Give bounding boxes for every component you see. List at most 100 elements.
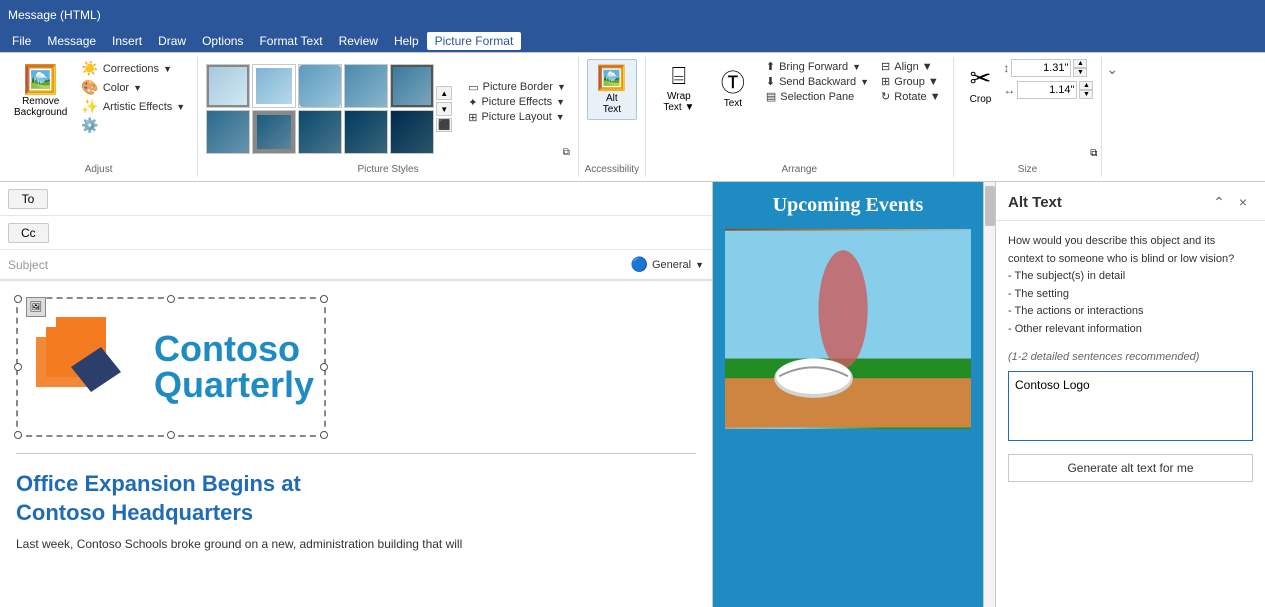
handle-bottom-middle[interactable] xyxy=(167,431,175,439)
gallery-item-5[interactable] xyxy=(390,64,434,108)
handle-bottom-left[interactable] xyxy=(14,431,22,439)
adjust-more-button[interactable]: ⚙️ xyxy=(77,116,189,135)
menu-file[interactable]: File xyxy=(4,32,39,50)
ribbon-collapse[interactable]: ⌄ xyxy=(1102,57,1122,177)
width-icon: ↔ xyxy=(1003,83,1015,97)
size-content: ✂ Crop ↕ ▲ ▼ ↔ xyxy=(962,59,1094,175)
gallery-item-7[interactable] xyxy=(252,110,296,154)
group-label: Group ▼ xyxy=(894,76,939,88)
gallery-scroll-more[interactable]: ⬛ xyxy=(436,118,452,132)
gallery-item-6[interactable] xyxy=(206,110,250,154)
text-icon: Ⓣ xyxy=(721,63,745,98)
corrections-icon: ☀️ xyxy=(81,60,98,77)
gallery-item-2[interactable] xyxy=(252,64,296,108)
send-backward-button[interactable]: ⬇ Send Backward ▼ xyxy=(762,74,873,89)
handle-top-middle[interactable] xyxy=(167,295,175,303)
handle-top-left[interactable] xyxy=(14,295,22,303)
color-button[interactable]: 🎨 Color ▼ xyxy=(77,78,189,97)
scroll-bar[interactable] xyxy=(983,182,995,607)
width-up[interactable]: ▲ xyxy=(1079,81,1093,90)
height-down[interactable]: ▼ xyxy=(1073,68,1087,77)
gallery-item-9[interactable] xyxy=(344,110,388,154)
group-button[interactable]: ⊞ Group ▼ xyxy=(877,74,945,89)
alt-text-controls: ⌃ × xyxy=(1209,192,1253,212)
gallery-item-10[interactable] xyxy=(390,110,434,154)
corrections-button[interactable]: ☀️ Corrections ▼ xyxy=(77,59,189,78)
ribbon: 🖼️ RemoveBackground ☀️ Corrections ▼ 🎨 C… xyxy=(0,52,1265,182)
security-badge[interactable]: 🔵 General ▼ xyxy=(631,256,705,273)
alt-text-button[interactable]: 🖼️ AltText xyxy=(587,59,637,120)
email-body[interactable]: 🖼 xyxy=(0,281,712,607)
artistic-effects-button[interactable]: ✨ Artistic Effects ▼ xyxy=(77,97,189,116)
ribbon-group-arrange: ⌸ WrapText ▼ Ⓣ Text ⬆ Bring Forward ▼ xyxy=(646,57,954,177)
width-down[interactable]: ▼ xyxy=(1079,90,1093,99)
corrections-label: Corrections xyxy=(103,63,159,75)
gallery-scroll-down[interactable]: ▼ xyxy=(436,102,452,116)
gallery-item-8[interactable] xyxy=(298,110,342,154)
cc-button[interactable]: Cc xyxy=(8,223,49,243)
gallery-item-3[interactable] xyxy=(298,64,342,108)
picture-border-button[interactable]: ▭ Picture Border ▼ xyxy=(464,80,570,95)
menu-help[interactable]: Help xyxy=(386,32,427,50)
text-button[interactable]: Ⓣ Text xyxy=(708,59,758,113)
gallery-item-1[interactable] xyxy=(206,64,250,108)
bring-forward-button[interactable]: ⬆ Bring Forward ▼ xyxy=(762,59,873,74)
artistic-effects-arrow: ▼ xyxy=(176,102,185,112)
width-input[interactable] xyxy=(1017,81,1077,99)
height-up[interactable]: ▲ xyxy=(1073,59,1087,68)
adjust-small-buttons: ☀️ Corrections ▼ 🎨 Color ▼ ✨ Artistic Ef… xyxy=(77,59,189,149)
send-backward-label: Send Backward xyxy=(779,76,856,88)
to-button[interactable]: To xyxy=(8,189,48,209)
selection-pane-button[interactable]: ▤ Selection Pane xyxy=(762,89,873,104)
send-backward-arrow: ▼ xyxy=(860,77,869,87)
to-input[interactable] xyxy=(56,192,704,206)
crop-button[interactable]: ✂ Crop xyxy=(962,59,1000,121)
menu-insert[interactable]: Insert xyxy=(104,32,150,50)
wrap-text-button[interactable]: ⌸ WrapText ▼ xyxy=(654,59,704,117)
email-compose-area: To Cc Subject 🔵 General ▼ xyxy=(0,182,713,607)
handle-bottom-right[interactable] xyxy=(320,431,328,439)
rotate-button[interactable]: ↻ Rotate ▼ xyxy=(877,89,945,104)
format-picture-button[interactable]: ⧉ xyxy=(559,146,574,159)
handle-middle-left[interactable] xyxy=(14,363,22,371)
contoso-logo-image xyxy=(26,307,146,427)
cc-input[interactable] xyxy=(57,226,704,240)
menu-message[interactable]: Message xyxy=(39,32,104,50)
adjust-group-label: Adjust xyxy=(85,164,113,175)
alt-text-panel-title: Alt Text xyxy=(1008,194,1062,211)
alt-text-collapse-button[interactable]: ⌃ xyxy=(1209,192,1229,212)
handle-middle-right[interactable] xyxy=(320,363,328,371)
picture-layout-button[interactable]: ⊞ Picture Layout ▼ xyxy=(464,110,570,125)
newsletter-image xyxy=(725,229,971,429)
scroll-thumb[interactable] xyxy=(985,186,995,226)
arrange-label: Arrange xyxy=(781,164,817,175)
picture-effects-button[interactable]: ✦ Picture Effects ▼ xyxy=(464,95,570,110)
adjust-buttons: 🖼️ RemoveBackground ☀️ Corrections ▼ 🎨 C… xyxy=(8,59,189,175)
handle-top-right[interactable] xyxy=(320,295,328,303)
size-format-launcher[interactable]: ⧉ xyxy=(1090,148,1097,159)
menu-picture-format[interactable]: Picture Format xyxy=(427,32,522,50)
artistic-effects-icon: ✨ xyxy=(81,98,98,115)
align-button[interactable]: ⊟ Align ▼ xyxy=(877,59,945,74)
article-title: Office Expansion Begins atContoso Headqu… xyxy=(16,470,696,527)
picture-border-arrow: ▼ xyxy=(557,82,566,92)
menu-draw[interactable]: Draw xyxy=(150,32,194,50)
main-area: To Cc Subject 🔵 General ▼ xyxy=(0,182,1265,607)
gallery-scroll-up[interactable]: ▲ xyxy=(436,86,452,100)
remove-background-button[interactable]: 🖼️ RemoveBackground xyxy=(8,59,73,122)
picture-layout-label: Picture Layout xyxy=(481,111,551,123)
title-bar: Message (HTML) xyxy=(0,0,1265,30)
menu-review[interactable]: Review xyxy=(331,32,386,50)
menu-options[interactable]: Options xyxy=(194,32,251,50)
menu-format-text[interactable]: Format Text xyxy=(251,32,330,50)
alt-text-close-button[interactable]: × xyxy=(1233,192,1253,212)
align-icon: ⊟ xyxy=(881,60,890,73)
height-input[interactable] xyxy=(1011,59,1071,77)
alt-text-textarea[interactable]: Contoso Logo xyxy=(1008,371,1253,441)
gallery-item-4[interactable] xyxy=(344,64,388,108)
color-icon: 🎨 xyxy=(81,79,98,96)
generate-alt-text-button[interactable]: Generate alt text for me xyxy=(1008,454,1253,482)
logo-container[interactable]: 🖼 xyxy=(16,297,326,437)
crop-icon: ✂ xyxy=(970,63,992,94)
security-label: General xyxy=(652,259,691,271)
